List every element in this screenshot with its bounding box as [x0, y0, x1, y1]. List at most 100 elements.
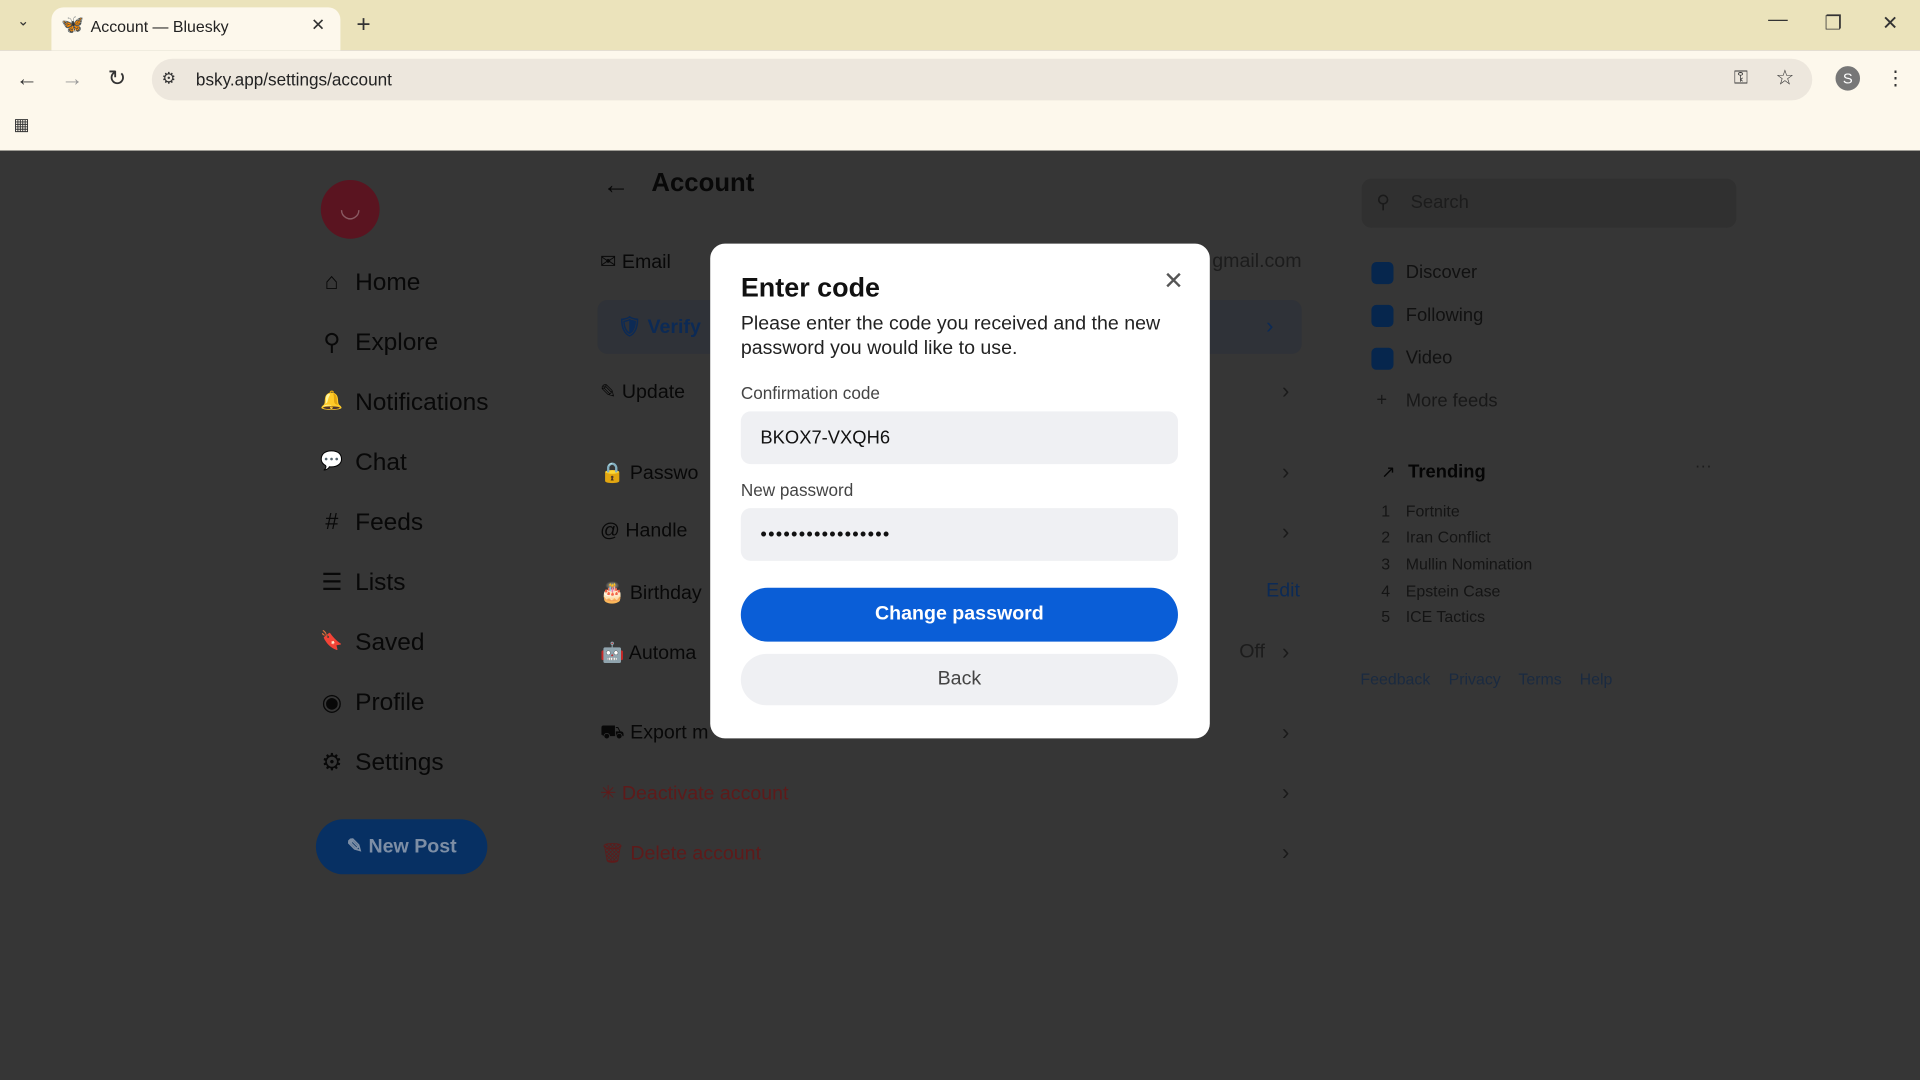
explore-icon: ⚲: [323, 330, 341, 357]
restore-icon[interactable]: ❐: [1825, 11, 1843, 35]
feed-discover[interactable]: Discover: [1406, 262, 1477, 283]
gear-icon: ⚙: [321, 750, 343, 777]
trending-item[interactable]: Iran Conflict: [1406, 528, 1491, 546]
more-feeds-link[interactable]: More feeds: [1406, 391, 1498, 412]
bookmark-star-icon[interactable]: ☆: [1776, 66, 1795, 90]
confirmation-code-input[interactable]: BKOX7-VXQH6: [740, 411, 1178, 465]
page-title: Account: [651, 168, 755, 198]
new-post-label: New Post: [368, 836, 457, 858]
tab-title: Account — Bluesky: [90, 17, 229, 36]
verify-row[interactable]: 🛡 Verify: [617, 315, 701, 339]
sidebar-item-home[interactable]: Home: [355, 269, 420, 297]
close-window-icon[interactable]: ✕: [1882, 11, 1898, 35]
trending-title: Trending: [1408, 461, 1486, 483]
back-arrow-icon[interactable]: ←: [602, 169, 629, 201]
tab-search-icon[interactable]: ⌄: [17, 12, 29, 29]
chat-icon: 💬: [320, 450, 344, 472]
bell-icon: 🔔: [320, 390, 344, 412]
update-email-row[interactable]: ✎ Update: [600, 380, 685, 404]
sidebar-item-feeds[interactable]: Feeds: [355, 509, 423, 537]
row-label: Export m: [630, 722, 709, 744]
search-input[interactable]: ⚲ Search: [1361, 178, 1737, 228]
browser-tab[interactable]: 🦋 Account — Bluesky ✕: [51, 7, 341, 51]
trending-item[interactable]: Epstein Case: [1406, 582, 1501, 600]
chevron-right-icon: ›: [1282, 519, 1290, 544]
close-icon[interactable]: ✕: [1163, 266, 1184, 297]
deactivate-row[interactable]: ✳ Deactivate account: [600, 781, 788, 805]
footer-terms-link[interactable]: Terms: [1518, 670, 1561, 688]
sidebar-item-notifications[interactable]: Notifications: [355, 389, 488, 417]
new-password-label: New password: [740, 480, 854, 500]
user-avatar[interactable]: ◡: [320, 180, 380, 239]
new-password-input[interactable]: •••••••••••••••••: [740, 508, 1178, 561]
trending-rank: 4: [1381, 581, 1391, 601]
chevron-right-icon: ›: [1282, 840, 1290, 865]
search-placeholder: Search: [1410, 192, 1469, 214]
row-label: Delete account: [630, 843, 762, 865]
chevron-right-icon: ›: [1282, 459, 1290, 484]
row-label: Deactivate account: [621, 783, 789, 805]
change-password-button[interactable]: Change password: [740, 587, 1178, 642]
site-info-icon[interactable]: ⚙: [162, 69, 176, 89]
export-row[interactable]: ⛟ Export m: [600, 721, 709, 745]
birthday-edit-link[interactable]: Edit: [1266, 580, 1300, 602]
minimize-icon[interactable]: —: [1768, 10, 1788, 32]
trending-item[interactable]: Mullin Nomination: [1406, 555, 1533, 573]
video-icon: [1371, 347, 1394, 370]
dialog-description: Please enter the code you received and t…: [740, 313, 1161, 359]
sidebar-item-chat[interactable]: Chat: [355, 449, 407, 477]
tab-groups-icon[interactable]: ▦: [13, 114, 29, 135]
trending-rank: 2: [1381, 527, 1391, 547]
feed-following[interactable]: Following: [1406, 305, 1484, 326]
trending-rank: 1: [1381, 502, 1391, 521]
automation-row[interactable]: 🤖 Automa: [600, 640, 696, 664]
export-icon: ⛟: [600, 722, 625, 744]
handle-row[interactable]: @ Handle: [600, 520, 687, 542]
discover-icon: [1371, 262, 1394, 285]
chevron-right-icon: ›: [1282, 780, 1290, 805]
row-label: Birthday: [629, 582, 702, 604]
url-text: bsky.app/settings/account: [195, 69, 392, 90]
sidebar-item-profile[interactable]: Profile: [355, 689, 424, 717]
plus-icon: +: [1376, 389, 1388, 411]
sidebar-item-settings[interactable]: Settings: [355, 749, 443, 777]
shield-icon: 🛡: [617, 317, 643, 338]
email-value: gmail.com: [1212, 251, 1302, 272]
mail-icon: ✉: [600, 252, 617, 274]
address-bar[interactable]: ⚙ bsky.app/settings/account ⚿ ☆: [151, 58, 1813, 101]
reload-icon[interactable]: ↻: [108, 66, 126, 92]
forward-icon[interactable]: →: [61, 66, 83, 92]
more-options-icon[interactable]: ···: [1695, 456, 1712, 476]
footer-help-link[interactable]: Help: [1580, 670, 1613, 688]
new-post-button[interactable]: ✎ New Post: [315, 819, 488, 875]
bluesky-butterfly-icon: 🦋: [61, 14, 85, 36]
trending-rank: 3: [1381, 554, 1391, 574]
chevron-right-icon: ›: [1266, 313, 1274, 338]
email-row[interactable]: ✉ Email: [600, 250, 671, 274]
automation-value: Off: [1239, 641, 1265, 663]
back-button[interactable]: Back: [740, 653, 1178, 706]
lock-icon: 🔒: [600, 462, 625, 484]
confirmation-code-label: Confirmation code: [740, 383, 880, 403]
feed-video[interactable]: Video: [1406, 348, 1453, 369]
trending-item[interactable]: ICE Tactics: [1406, 607, 1485, 625]
password-row[interactable]: 🔒 Passwo: [600, 460, 698, 484]
sidebar-item-lists[interactable]: Lists: [355, 569, 405, 597]
row-label: Handle: [625, 520, 688, 542]
new-tab-icon[interactable]: +: [356, 11, 370, 39]
trending-item[interactable]: Fortnite: [1406, 502, 1460, 520]
chevron-right-icon: ›: [1282, 639, 1290, 664]
footer-privacy-link[interactable]: Privacy: [1449, 670, 1501, 688]
chevron-right-icon: ›: [1282, 720, 1290, 745]
sidebar-item-explore[interactable]: Explore: [355, 329, 438, 357]
profile-avatar[interactable]: S: [1835, 66, 1861, 91]
enter-code-dialog: Enter code ✕ Please enter the code you r…: [710, 243, 1210, 739]
password-key-icon[interactable]: ⚿: [1734, 67, 1748, 88]
row-label: Passwo: [629, 462, 699, 484]
footer-feedback-link[interactable]: Feedback: [1360, 670, 1430, 688]
back-icon[interactable]: ←: [16, 66, 38, 92]
sidebar-item-saved[interactable]: Saved: [355, 629, 424, 657]
delete-row[interactable]: 🗑 Delete account: [600, 841, 761, 865]
close-tab-icon[interactable]: ✕: [311, 15, 325, 36]
menu-icon[interactable]: ⋮: [1886, 66, 1906, 90]
